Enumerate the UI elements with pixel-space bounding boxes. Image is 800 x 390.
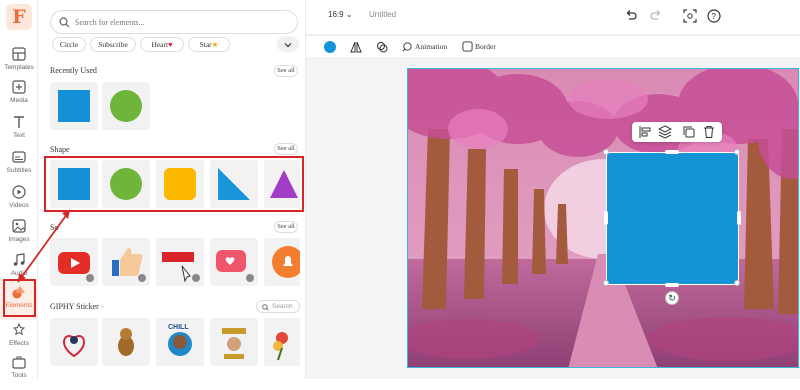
star-icon: ★ — [211, 40, 219, 49]
resize-handle[interactable] — [603, 280, 609, 286]
giphy-logo-icon: ▫ — [100, 302, 104, 311]
see-all-button[interactable]: See all — [274, 143, 298, 155]
sticker-tile[interactable] — [210, 318, 258, 366]
border-button[interactable]: Border — [475, 42, 496, 51]
animation-button[interactable]: Animation — [415, 42, 447, 51]
editor-area: 16:9 ⌄ Untitled ? Animation Border ↻ — [306, 0, 800, 379]
sticker-tile[interactable] — [50, 318, 98, 366]
giphy-search-button[interactable]: Search — [256, 300, 300, 313]
tools-icon — [12, 356, 26, 369]
mask-icon[interactable] — [376, 41, 388, 53]
element-tile-triangle[interactable] — [210, 160, 258, 208]
element-tile-subscribe[interactable] — [156, 238, 204, 286]
sticker-tile[interactable] — [102, 318, 150, 366]
element-toolbar: Animation Border — [306, 35, 800, 57]
resize-handle[interactable] — [603, 149, 609, 155]
rail-label: Tools — [11, 372, 27, 379]
annotation-arrow — [17, 209, 71, 283]
heart-icon: ♥ — [168, 40, 173, 49]
document-title[interactable]: Untitled — [369, 10, 396, 19]
element-tile-purple-triangle[interactable] — [264, 160, 300, 208]
selected-shape[interactable]: ↻ — [603, 149, 741, 305]
element-tile-bell[interactable] — [264, 238, 300, 286]
delete-icon[interactable] — [702, 125, 716, 139]
svg-text:CHILL: CHILL — [168, 324, 189, 331]
animation-icon — [402, 42, 412, 52]
layers-icon[interactable] — [657, 125, 673, 139]
resize-handle[interactable] — [665, 150, 679, 154]
top-bar: 16:9 ⌄ Untitled ? — [306, 0, 800, 34]
undo-icon[interactable] — [624, 9, 638, 23]
sticker-tile[interactable]: CHILL — [156, 318, 204, 366]
section-title-giphy: GIPHY Sticker ▫ — [50, 302, 104, 311]
preview-icon[interactable] — [683, 9, 697, 23]
rail-label: Elements — [5, 302, 33, 309]
see-all-button[interactable]: See all — [274, 65, 298, 77]
chevron-down-icon: ⌄ — [345, 10, 353, 19]
aspect-ratio-dropdown[interactable]: 16:9 ⌄ — [328, 10, 353, 19]
color-swatch[interactable] — [324, 41, 336, 53]
chip-star[interactable]: Star★ — [188, 37, 230, 52]
element-context-toolbar — [632, 122, 722, 142]
resize-handle[interactable] — [604, 211, 608, 225]
rail-item-tools[interactable]: Tools — [0, 350, 38, 390]
svg-text:?: ? — [712, 12, 717, 21]
border-icon — [462, 41, 473, 52]
chip-heart[interactable]: Heart♥ — [140, 37, 184, 52]
chips-more-button[interactable] — [277, 36, 299, 52]
rail-label: Effects — [9, 340, 29, 347]
resize-handle[interactable] — [734, 280, 740, 286]
blue-square-shape[interactable] — [607, 153, 738, 284]
element-tile-rounded-square[interactable] — [156, 160, 204, 208]
flip-icon[interactable] — [350, 41, 362, 53]
resize-handle[interactable] — [734, 149, 740, 155]
chevron-down-icon — [284, 43, 292, 48]
effects-icon — [12, 322, 26, 336]
duplicate-icon[interactable] — [682, 125, 696, 139]
help-icon[interactable]: ? — [707, 9, 721, 23]
resize-handle[interactable] — [737, 211, 741, 225]
resize-handle[interactable] — [665, 283, 679, 287]
see-all-button[interactable]: See all — [274, 221, 298, 233]
element-tile-notification[interactable] — [210, 238, 258, 286]
rotate-icon[interactable]: ↻ — [665, 291, 679, 305]
redo-icon[interactable] — [649, 9, 663, 23]
search-icon — [262, 304, 269, 311]
sticker-tile[interactable] — [264, 318, 300, 366]
align-icon[interactable] — [638, 125, 652, 139]
